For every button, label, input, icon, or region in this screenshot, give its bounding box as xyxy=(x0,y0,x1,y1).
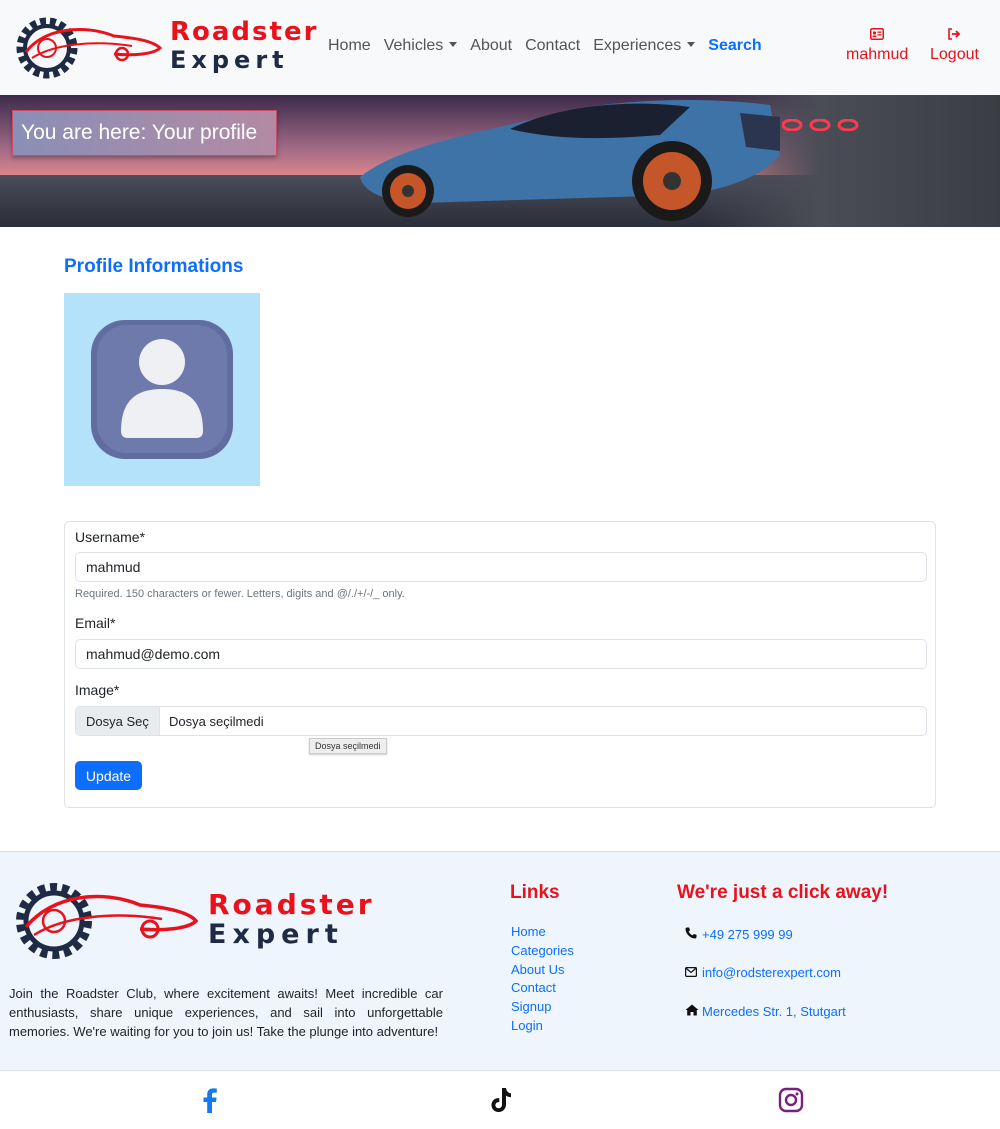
nav-vehicles-dropdown[interactable]: Vehicles xyxy=(384,37,458,55)
footer-link-contact[interactable]: Contact xyxy=(511,979,574,998)
nav-vehicles-label: Vehicles xyxy=(383,37,444,54)
caret-down-icon xyxy=(449,42,458,47)
nav-experiences-dropdown[interactable]: Experiences xyxy=(593,37,696,55)
footer: Roadster Expert Join the Roadster Club, … xyxy=(0,851,1000,1070)
page-title: Profile Informations xyxy=(64,256,244,277)
tail-lights xyxy=(782,119,859,131)
footer-brand-line2: Expert xyxy=(208,919,344,950)
footer-brand-logo[interactable]: Roadster Expert xyxy=(12,877,372,967)
image-file-input[interactable]: Dosya Seç Dosya seçilmedi xyxy=(75,706,927,736)
update-button[interactable]: Update xyxy=(75,761,142,790)
logout-label: Logout xyxy=(930,46,979,63)
facebook-icon[interactable] xyxy=(197,1086,223,1114)
contact-email-text: info@rodsterexpert.com xyxy=(702,965,841,980)
footer-link-signup[interactable]: Signup xyxy=(511,998,574,1017)
user-profile-link[interactable]: mahmud xyxy=(846,28,908,64)
footer-about-text: Join the Roadster Club, where excitement… xyxy=(9,986,443,1039)
contact-email[interactable]: info@rodsterexpert.com xyxy=(685,965,841,980)
footer-links-list: Home Categories About Us Contact Signup … xyxy=(511,923,574,1036)
username-field[interactable] xyxy=(75,552,927,582)
email-field[interactable] xyxy=(75,639,927,669)
footer-link-about-us[interactable]: About Us xyxy=(511,961,574,980)
file-tooltip: Dosya seçilmedi xyxy=(309,738,387,754)
contact-phone[interactable]: +49 275 999 99 xyxy=(685,927,793,942)
nav-about[interactable]: About xyxy=(470,37,512,55)
footer-link-login[interactable]: Login xyxy=(511,1017,574,1036)
footer-brand-line1: Roadster xyxy=(208,888,375,921)
sign-out-icon xyxy=(930,28,979,43)
nav-search[interactable]: Search xyxy=(708,37,761,55)
gear-car-logo-icon xyxy=(16,17,163,79)
hero-banner: You are here: Your profile xyxy=(0,95,1000,227)
navbar: Roadster Expert Home Vehicles About Cont… xyxy=(0,0,1000,95)
breadcrumb: You are here: Your profile xyxy=(12,110,277,156)
username-field-label: Username* xyxy=(75,529,146,545)
id-card-icon xyxy=(846,28,908,43)
image-field-label: Image* xyxy=(75,682,120,698)
user-avatar-icon xyxy=(91,320,233,459)
nav-experiences-label: Experiences xyxy=(593,37,682,54)
sports-car-image xyxy=(360,100,780,221)
username-help-text: Required. 150 characters or fewer. Lette… xyxy=(75,588,405,600)
envelope-icon xyxy=(685,965,698,980)
email-field-label: Email* xyxy=(75,615,116,631)
contact-address[interactable]: Mercedes Str. 1, Stutgart xyxy=(685,1004,846,1019)
main-nav: Home Vehicles About Contact Experiences … xyxy=(328,37,775,55)
contact-phone-text: +49 275 999 99 xyxy=(702,927,793,942)
file-status: Dosya seçilmedi xyxy=(169,714,264,729)
footer-link-categories[interactable]: Categories xyxy=(511,942,574,961)
choose-file-button[interactable]: Dosya Seç xyxy=(76,707,160,735)
profile-form: Username* Required. 150 characters or fe… xyxy=(64,521,936,808)
logout-link[interactable]: Logout xyxy=(930,28,979,64)
brand-line1: Roadster xyxy=(170,17,319,47)
contact-address-text: Mercedes Str. 1, Stutgart xyxy=(702,1004,846,1019)
home-icon xyxy=(685,1004,699,1019)
phone-icon xyxy=(685,927,698,942)
footer-links-title: Links xyxy=(510,882,560,903)
nav-home[interactable]: Home xyxy=(328,37,371,55)
instagram-icon[interactable] xyxy=(778,1086,804,1114)
social-links xyxy=(0,1070,1000,1129)
username-label: mahmud xyxy=(846,46,909,63)
footer-contact-title: We're just a click away! xyxy=(677,882,889,903)
brand-logo[interactable]: Roadster Expert xyxy=(14,14,316,82)
footer-link-home[interactable]: Home xyxy=(511,923,574,942)
nav-contact[interactable]: Contact xyxy=(525,37,580,55)
brand-line2: Expert xyxy=(170,46,289,74)
caret-down-icon xyxy=(687,42,696,47)
gear-car-logo-icon xyxy=(16,883,199,959)
avatar xyxy=(64,293,260,486)
tiktok-icon[interactable] xyxy=(488,1086,514,1114)
